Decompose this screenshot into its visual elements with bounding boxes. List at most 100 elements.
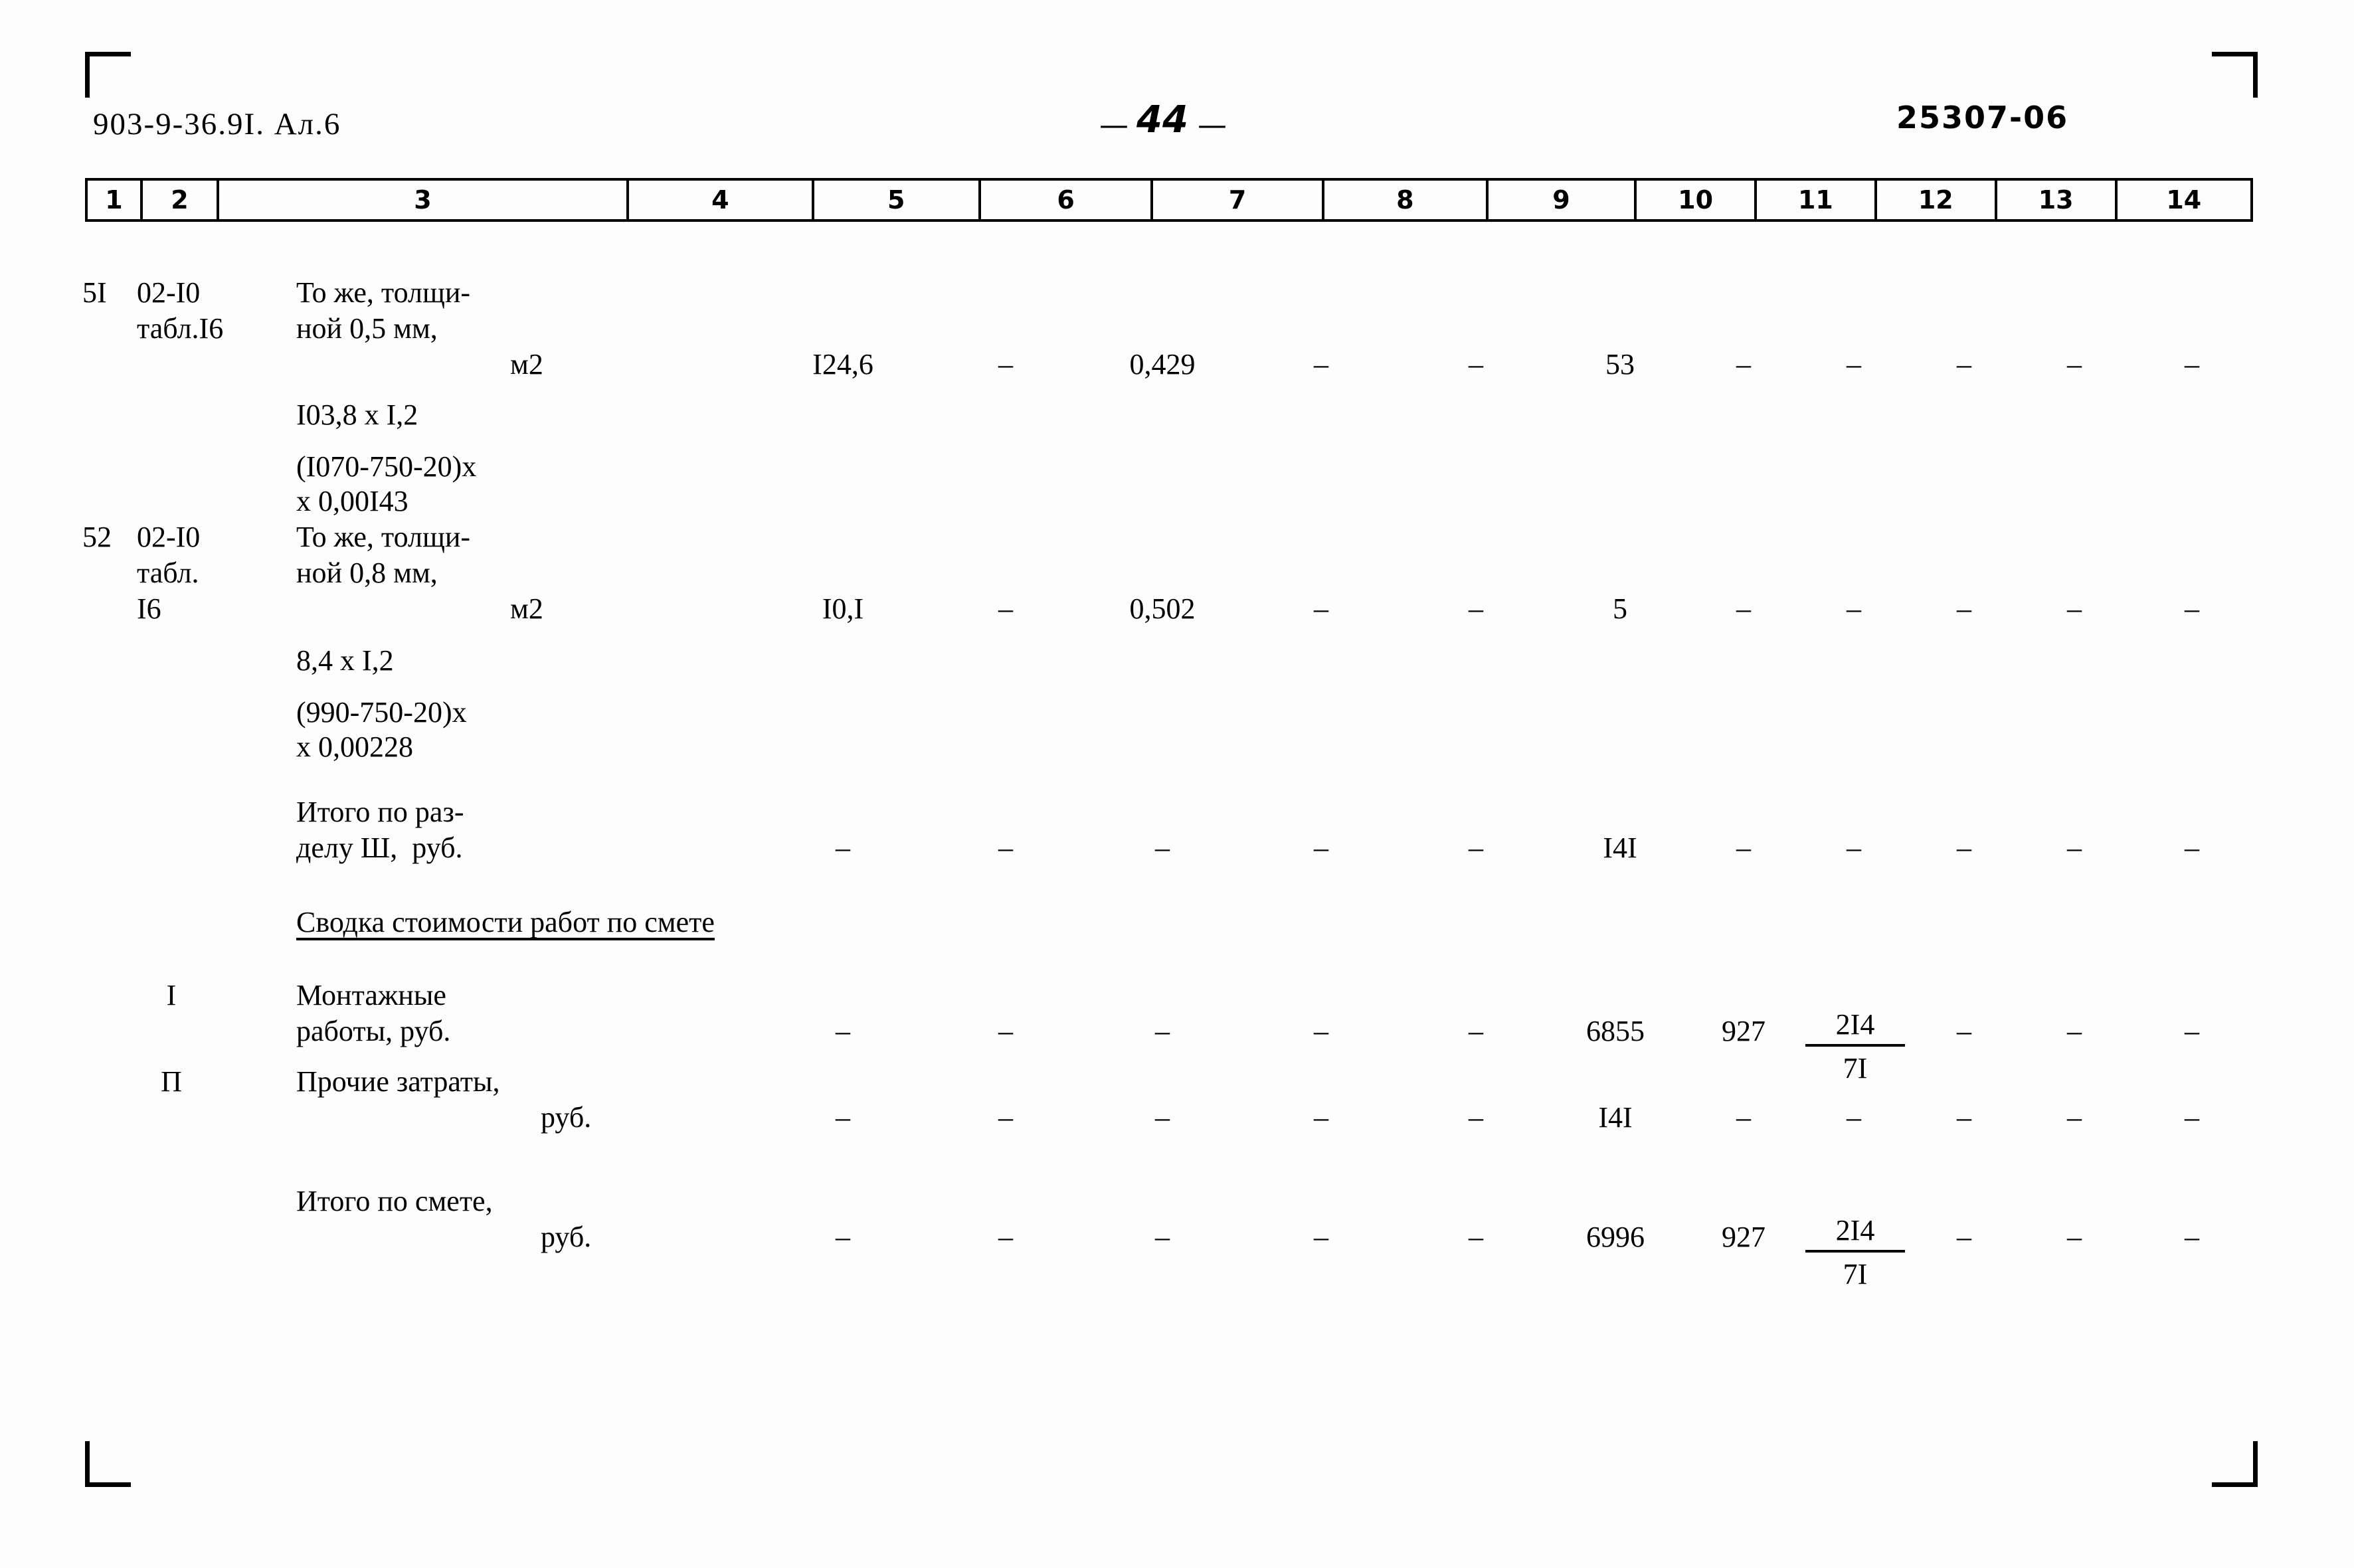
section-heading: Сводка стоимости работ по смете [296, 906, 715, 938]
summary-grand-col8: – [1469, 1221, 1483, 1253]
crop-mark-top-right [2212, 52, 2258, 98]
col-header-3: 3 [216, 178, 629, 222]
document-page: 903-9-36.9I. Ал.6 —44— 25307-06 1 2 3 4 … [0, 0, 2354, 1568]
section-total-line1: Итого по раз- [296, 796, 464, 828]
col-header-10: 10 [1634, 178, 1757, 222]
summary-other-col8: – [1469, 1101, 1483, 1134]
row51-col6: 0,429 [1129, 348, 1196, 381]
row51-col5: – [998, 348, 1013, 381]
col-header-12: 12 [1874, 178, 1997, 222]
summary-other-col6: – [1155, 1101, 1170, 1134]
row52-col8: – [1469, 592, 1483, 625]
row51-col3-unit: м2 [510, 348, 543, 381]
col-header-1: 1 [85, 178, 143, 222]
summary-other-col14: – [2185, 1101, 2199, 1134]
col-header-7: 7 [1150, 178, 1324, 222]
summary-grand-line2: руб. [541, 1221, 592, 1253]
summary-grand-col13: – [2067, 1221, 2082, 1253]
summary-grand-col6: – [1155, 1221, 1170, 1253]
page-number-dash-right: — [1197, 108, 1227, 142]
row51-col3-line1: То же, толщи- [296, 276, 471, 309]
row52-col9: 5 [1613, 592, 1627, 625]
row51-col2-line2: табл.I6 [137, 312, 224, 345]
summary-grand-col11: 2I4 7I [1805, 1213, 1905, 1292]
page-number: —44— [1099, 98, 1227, 144]
table-column-header: 1 2 3 4 5 6 7 8 9 10 11 12 13 14 [85, 178, 2254, 222]
row51-formula-line2: (I070-750-20)x [296, 450, 477, 483]
row52-formula-line3: x 0,00228 [296, 731, 413, 763]
row52-col12: – [1957, 592, 1971, 625]
summary-grand-col12: – [1957, 1221, 1971, 1253]
section-total-col11: – [1847, 831, 1861, 864]
row51-formula-line3: x 0,00I43 [296, 485, 408, 517]
summary-montage-col11-denominator: 7I [1843, 1052, 1868, 1085]
summary-montage-line2: работы, руб. [296, 1015, 451, 1047]
summary-other-col4: – [836, 1101, 850, 1134]
table-header-row: 1 2 3 4 5 6 7 8 9 10 11 12 13 14 [85, 178, 2254, 222]
summary-montage-col12: – [1957, 1015, 1971, 1047]
summary-other-col11: – [1847, 1101, 1861, 1134]
col-header-5: 5 [811, 178, 981, 222]
section-total-col12: – [1957, 831, 1971, 864]
row52-col13: – [2067, 592, 2082, 625]
summary-other-col7: – [1314, 1101, 1328, 1134]
summary-montage-col13: – [2067, 1015, 2082, 1047]
row51-col7: – [1314, 348, 1328, 381]
summary-grand-col4: – [836, 1221, 850, 1253]
table-body: 5 I 02-I0 табл.I6 То же, толщи- ной 0,5 м… [82, 219, 2253, 1415]
summary-grand-col10: 927 [1722, 1221, 1766, 1253]
crop-mark-bottom-left [85, 1441, 131, 1487]
summary-other-col13: – [2067, 1101, 2082, 1134]
col-header-14: 14 [2114, 178, 2254, 222]
row52-formula-line1: 8,4 x I,2 [296, 644, 394, 677]
summary-montage-col4: – [836, 1015, 850, 1047]
summary-montage-col14: – [2185, 1015, 2199, 1047]
row52-col2-line3: I6 [137, 592, 161, 625]
col-header-13: 13 [1994, 178, 2118, 222]
summary-other-col9: I4I [1598, 1101, 1633, 1134]
stamp-code: 25307-06 [1896, 100, 2069, 135]
section-total-col5: – [998, 831, 1013, 864]
summary-montage-col9: 6855 [1586, 1015, 1645, 1047]
row51-col3-line2: ной 0,5 мм, [296, 312, 438, 345]
summary-other-col2: П [161, 1065, 182, 1098]
row52-col11: – [1847, 592, 1861, 625]
summary-grand-col14: – [2185, 1221, 2199, 1253]
col-header-2: 2 [139, 178, 219, 222]
col-header-11: 11 [1754, 178, 1877, 222]
col-header-9: 9 [1485, 178, 1637, 222]
summary-montage-col10: 927 [1722, 1015, 1766, 1047]
section-total-col10: – [1736, 831, 1751, 864]
summary-montage-col6: – [1155, 1015, 1170, 1047]
row51-col2-line1: 02-I0 [137, 276, 201, 309]
row52-col6: 0,502 [1129, 592, 1196, 625]
summary-montage-col5: – [998, 1015, 1013, 1047]
row51-col8: – [1469, 348, 1483, 381]
crop-mark-bottom-right [2212, 1441, 2258, 1487]
summary-grand-col7: – [1314, 1221, 1328, 1253]
row52-col3-line1: То же, толщи- [296, 521, 471, 553]
summary-montage-col2: I [166, 979, 177, 1011]
col-header-6: 6 [978, 178, 1154, 222]
row51-formula-line1: I03,8 x I,2 [296, 398, 418, 431]
summary-other-col5: – [998, 1101, 1013, 1134]
summary-montage-col11-numerator: 2I4 [1805, 1007, 1905, 1047]
row51-col11: – [1847, 348, 1861, 381]
crop-mark-top-left [85, 52, 131, 98]
row52-col7: – [1314, 592, 1328, 625]
section-total-col13: – [2067, 831, 2082, 864]
section-total-col8: – [1469, 831, 1483, 864]
section-total-col4: – [836, 831, 850, 864]
summary-montage-col11: 2I4 7I [1805, 1007, 1905, 1087]
row52-col2-line2: табл. [137, 557, 199, 589]
row51-col4: I24,6 [812, 348, 873, 381]
col-header-8: 8 [1321, 178, 1489, 222]
row51-col14: – [2185, 348, 2199, 381]
row52-col1: 52 [82, 521, 112, 553]
page-number-dash-left: — [1099, 108, 1129, 142]
summary-other-col12: – [1957, 1101, 1971, 1134]
row52-formula-line2: (990-750-20)x [296, 696, 467, 729]
page-number-value: 44 [1136, 98, 1188, 141]
row52-col14: – [2185, 592, 2199, 625]
col-header-4: 4 [626, 178, 814, 222]
